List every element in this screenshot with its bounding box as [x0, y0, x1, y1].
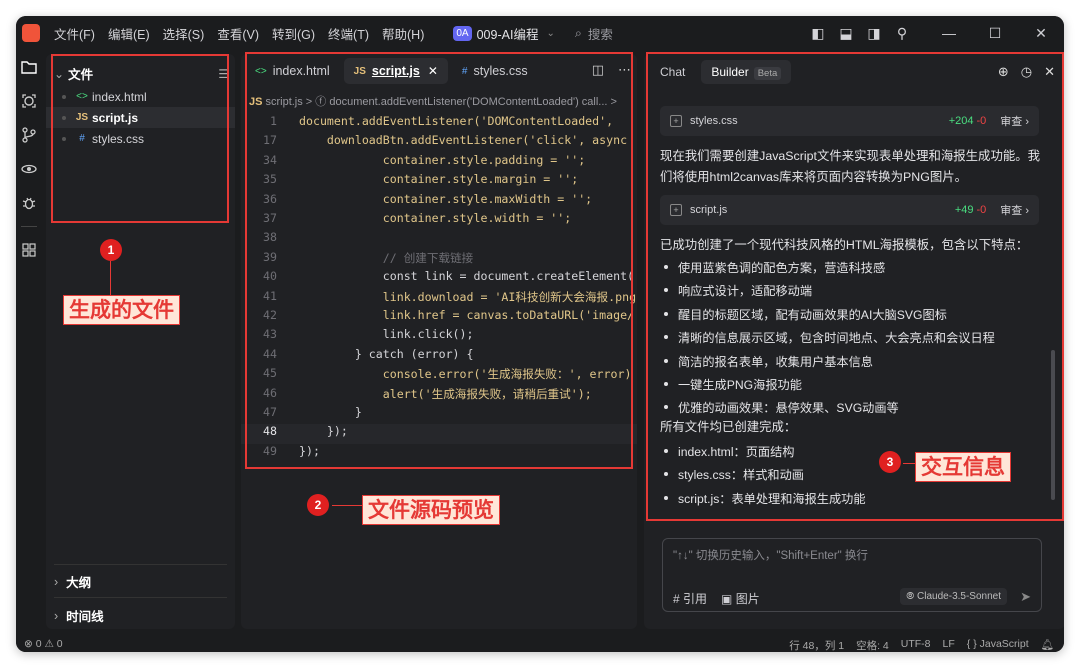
annotation-line [110, 261, 111, 295]
menu-edit[interactable]: 编辑(E) [108, 24, 150, 43]
highlight-box-chat [646, 52, 1064, 521]
language-mode[interactable]: { } JavaScript [967, 638, 1029, 652]
model-icon: ⦾ [906, 591, 918, 602]
encoding[interactable]: UTF-8 [901, 638, 931, 652]
search-box[interactable]: ⌕ 搜索 [575, 24, 613, 43]
source-control-icon[interactable] [18, 124, 40, 146]
input-placeholder: "↑↓" 切换历史输入，"Shift+Enter" 换行 [673, 550, 868, 562]
annotation-line [903, 463, 915, 464]
model-selector[interactable]: ⦾ Claude-3.5-Sonnet [900, 588, 1007, 605]
extensions-icon[interactable] [18, 239, 40, 261]
project-switcher[interactable]: 0A 009-AI编程 ⌄ [453, 24, 555, 43]
menu-terminal[interactable]: 终端(T) [328, 24, 369, 43]
outline-section[interactable]: › 大纲 [54, 572, 91, 591]
toggle-secondary-sidebar-icon[interactable]: ◨ [860, 19, 888, 47]
menu-select[interactable]: 选择(S) [163, 24, 205, 43]
image-label: 图片 [735, 592, 760, 606]
annotation-badge-1: 1 [100, 239, 122, 261]
debug-icon[interactable] [18, 192, 40, 214]
title-bar: 文件(F) 编辑(E) 选择(S) 查看(V) 转到(G) 终端(T) 帮助(H… [16, 16, 1064, 50]
minimize-button[interactable]: — [926, 16, 972, 50]
activity-bar [16, 50, 42, 636]
chevron-right-icon: › [54, 574, 59, 589]
problems-count[interactable]: ⊗ 0 ⚠ 0 [24, 638, 63, 650]
line-ending[interactable]: LF [943, 638, 955, 652]
status-bar: ⊗ 0 ⚠ 0 行 48，列 1 空格: 4 UTF-8 LF { } Java… [16, 636, 1064, 652]
close-button[interactable]: ✕ [1018, 16, 1064, 50]
project-badge: 0A [453, 25, 472, 41]
explorer-icon[interactable] [18, 56, 40, 78]
ai-icon[interactable] [18, 158, 40, 180]
annotation-badge-3: 3 [879, 451, 901, 473]
timeline-label: 时间线 [66, 610, 104, 624]
chevron-down-icon: ⌄ [546, 27, 555, 39]
menu-view[interactable]: 查看(V) [217, 24, 259, 43]
annotation-label-3: 交互信息 [915, 452, 1011, 482]
annotation-line [332, 505, 362, 506]
annotation-label-2: 文件源码预览 [362, 495, 500, 525]
send-icon[interactable]: ➤ [1020, 589, 1031, 605]
search-label: 搜索 [587, 27, 613, 42]
account-icon[interactable]: ⚲ [888, 19, 916, 47]
app-logo [22, 24, 40, 42]
cursor-position[interactable]: 行 48，列 1 [789, 638, 844, 652]
maximize-button[interactable]: ☐ [972, 16, 1018, 50]
search-panel-icon[interactable] [18, 90, 40, 112]
outline-label: 大纲 [66, 576, 92, 590]
annotation-label-1: 生成的文件 [63, 295, 180, 325]
indentation[interactable]: 空格: 4 [856, 638, 889, 652]
timeline-section[interactable]: › 时间线 [54, 606, 104, 625]
toggle-sidebar-icon[interactable]: ◧ [804, 19, 832, 47]
menu-goto[interactable]: 转到(G) [272, 24, 315, 43]
project-name: 009-AI编程 [476, 27, 539, 42]
bell-icon[interactable]: 🔔︎ [1041, 638, 1054, 652]
model-name: Claude-3.5-Sonnet [917, 591, 1001, 602]
quote-button[interactable]: # 引用 [673, 590, 707, 607]
menu-bar: 文件(F) 编辑(E) 选择(S) 查看(V) 转到(G) 终端(T) 帮助(H… [54, 24, 437, 43]
chat-input[interactable]: "↑↓" 切换历史输入，"Shift+Enter" 换行 # 引用 ▣ 图片 ⦾… [662, 538, 1042, 612]
highlight-box-files [51, 54, 229, 223]
toggle-panel-icon[interactable]: ⬓ [832, 19, 860, 47]
highlight-box-source [245, 52, 633, 469]
image-button[interactable]: ▣ 图片 [721, 590, 760, 607]
annotation-badge-2: 2 [307, 494, 329, 516]
menu-file[interactable]: 文件(F) [54, 24, 95, 43]
image-icon: ▣ [721, 592, 736, 606]
chevron-right-icon: › [54, 608, 59, 623]
menu-help[interactable]: 帮助(H) [382, 24, 424, 43]
search-icon: ⌕ [574, 25, 582, 40]
